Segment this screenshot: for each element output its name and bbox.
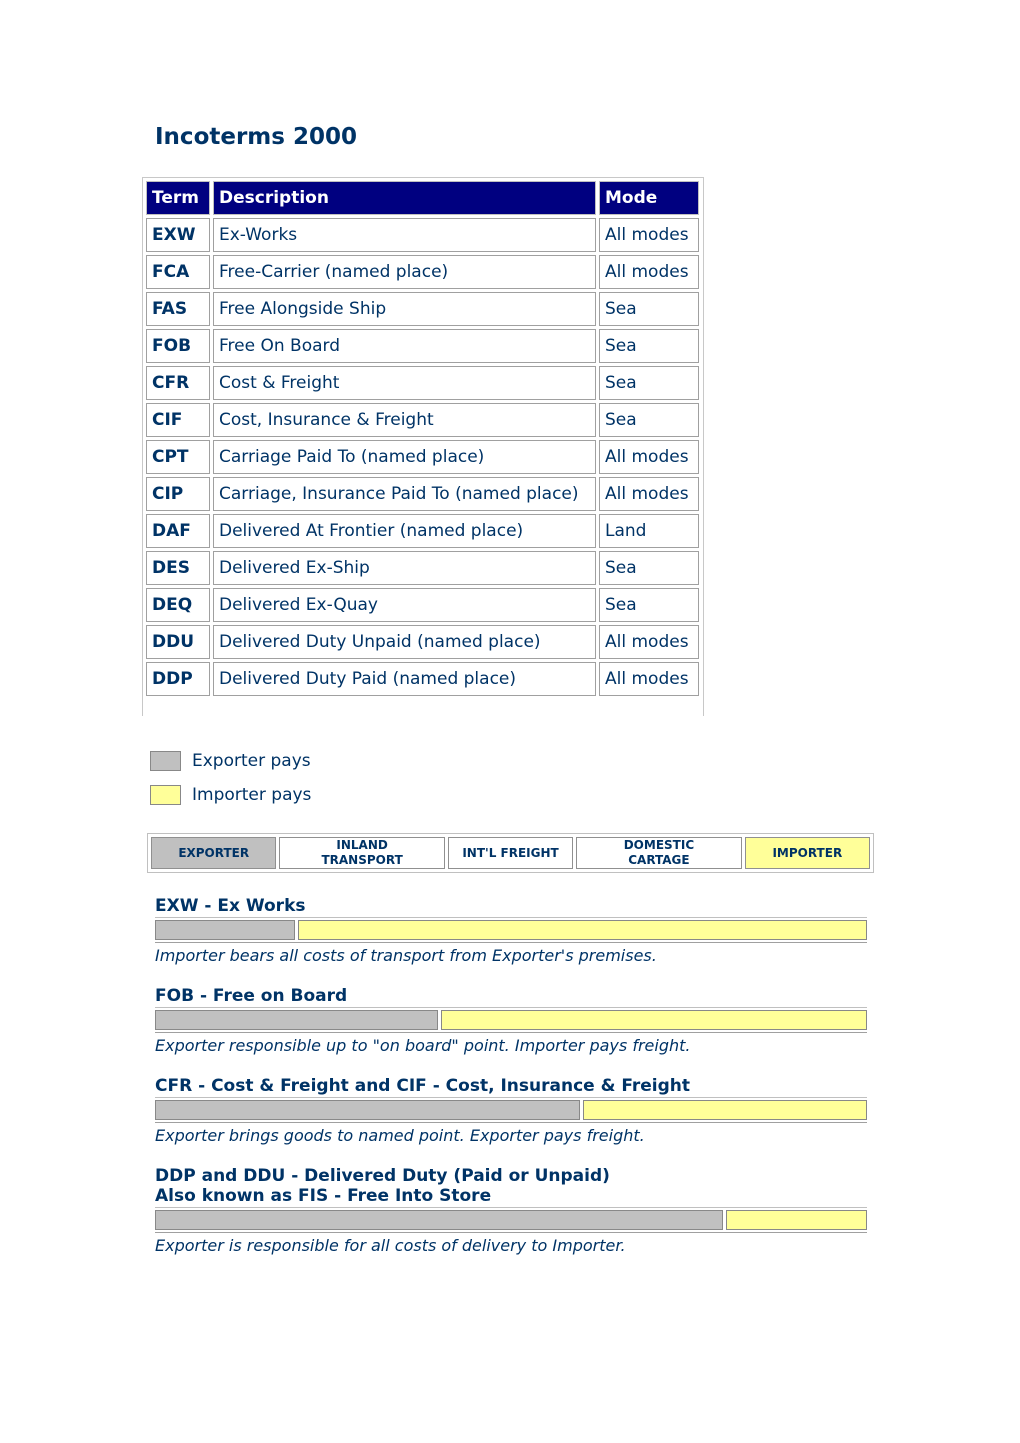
legend-importer-label: Importer pays: [192, 785, 312, 805]
table-row: FOB Free On Board Sea: [146, 329, 699, 363]
description-cell: Delivered Duty Unpaid (named place): [213, 625, 596, 659]
table-row: DEQ Delivered Ex-Quay Sea: [146, 588, 699, 622]
section-note: Exporter responsible up to "on board" po…: [155, 1036, 691, 1055]
table-row: DDU Delivered Duty Unpaid (named place) Al…: [146, 625, 699, 659]
legend-exporter: Exporter pays: [150, 744, 311, 778]
importer-cost-segment: [441, 1010, 867, 1030]
mode-cell: Sea: [599, 292, 699, 326]
term-cell: CFR: [146, 366, 210, 400]
table-row: DES Delivered Ex-Ship Sea: [146, 551, 699, 585]
flow-stage-intl-freight: INT'L FREIGHT: [447, 837, 574, 869]
header-description: Description: [213, 181, 596, 215]
exporter-cost-segment: [155, 920, 295, 940]
table-row: CIP Carriage, Insurance Paid To (named pl…: [146, 477, 699, 511]
flow-stage-inland-transport: INLAND TRANSPORT: [279, 837, 445, 869]
exporter-cost-segment: [155, 1010, 438, 1030]
mode-cell: All modes: [599, 218, 699, 252]
term-cell: CPT: [146, 440, 210, 474]
section-title: DDP and DDU - Delivered Duty (Paid or Un…: [155, 1166, 610, 1186]
term-cell: DEQ: [146, 588, 210, 622]
table-row: CPT Carriage Paid To (named place) All mod…: [146, 440, 699, 474]
flow-stage-exporter: EXPORTER: [151, 837, 277, 869]
incoterm-section: CFR - Cost & Freight and CIF - Cost, Ins…: [155, 1076, 867, 1145]
mode-cell: All modes: [599, 255, 699, 289]
incoterm-section: FOB - Free on Board Exporter responsible …: [155, 986, 867, 1055]
exporter-cost-segment: [155, 1100, 580, 1120]
description-cell: Delivered At Frontier (named place): [213, 514, 596, 548]
cost-split-bar: [155, 917, 867, 943]
cost-split-bar: [155, 1207, 867, 1233]
section-title: EXW - Ex Works: [155, 896, 306, 916]
mode-cell: Sea: [599, 551, 699, 585]
flow-stage-domestic-cartage: DOMESTIC CARTAGE: [576, 837, 742, 869]
exporter-cost-segment: [155, 1210, 723, 1230]
table-row: DAF Delivered At Frontier (named place) La…: [146, 514, 699, 548]
header-term: Term: [146, 181, 210, 215]
legend: Exporter pays Importer pays: [150, 744, 311, 812]
mode-cell: All modes: [599, 662, 699, 696]
transport-flow: EXPORTER INLAND TRANSPORT INT'L FREIGHT …: [147, 833, 874, 873]
cost-split-bar: [155, 1007, 867, 1033]
header-mode: Mode: [599, 181, 699, 215]
term-cell: EXW: [146, 218, 210, 252]
mode-cell: Sea: [599, 329, 699, 363]
importer-cost-segment: [726, 1210, 867, 1230]
description-cell: Delivered Duty Paid (named place): [213, 662, 596, 696]
description-cell: Free-Carrier (named place): [213, 255, 596, 289]
description-cell: Delivered Ex-Ship: [213, 551, 596, 585]
description-cell: Free On Board: [213, 329, 596, 363]
exporter-swatch: [150, 751, 181, 771]
term-cell: FCA: [146, 255, 210, 289]
table-row: EXW Ex-Works All modes: [146, 218, 699, 252]
mode-cell: Land: [599, 514, 699, 548]
description-cell: Cost, Insurance & Freight: [213, 403, 596, 437]
description-cell: Cost & Freight: [213, 366, 596, 400]
section-note: Importer bears all costs of transport fr…: [155, 946, 657, 965]
cost-split-bar: [155, 1097, 867, 1123]
description-cell: Ex-Works: [213, 218, 596, 252]
section-title: CFR - Cost & Freight and CIF - Cost, Ins…: [155, 1076, 691, 1096]
table-row: CIF Cost, Insurance & Freight Sea: [146, 403, 699, 437]
term-cell: FAS: [146, 292, 210, 326]
incoterm-section: DDP and DDU - Delivered Duty (Paid or Un…: [155, 1166, 867, 1255]
table-header-row: Term Description Mode: [146, 181, 699, 215]
mode-cell: Sea: [599, 366, 699, 400]
incoterm-section: EXW - Ex Works Importer bears all costs o…: [155, 896, 867, 965]
description-cell: Delivered Ex-Quay: [213, 588, 596, 622]
mode-cell: All modes: [599, 440, 699, 474]
section-subtitle: Also known as FIS - Free Into Store: [155, 1186, 492, 1206]
term-cell: CIP: [146, 477, 210, 511]
section-note: Exporter brings goods to named point. Ex…: [155, 1126, 645, 1145]
term-cell: DDP: [146, 662, 210, 696]
table-row: DDP Delivered Duty Paid (named place) All …: [146, 662, 699, 696]
table-row: FAS Free Alongside Ship Sea: [146, 292, 699, 326]
description-cell: Carriage Paid To (named place): [213, 440, 596, 474]
term-cell: DAF: [146, 514, 210, 548]
description-cell: Free Alongside Ship: [213, 292, 596, 326]
term-cell: DES: [146, 551, 210, 585]
importer-cost-segment: [298, 920, 867, 940]
section-title: FOB - Free on Board: [155, 986, 348, 1006]
incoterms-table: Term Description Mode EXW Ex-Works All mod…: [143, 178, 702, 699]
term-cell: CIF: [146, 403, 210, 437]
legend-exporter-label: Exporter pays: [192, 751, 311, 771]
table-row: CFR Cost & Freight Sea: [146, 366, 699, 400]
table-row: FCA Free-Carrier (named place) All modes: [146, 255, 699, 289]
mode-cell: All modes: [599, 625, 699, 659]
flow-stage-importer: IMPORTER: [744, 837, 871, 869]
mode-cell: Sea: [599, 588, 699, 622]
section-note: Exporter is responsible for all costs of…: [155, 1236, 626, 1255]
importer-cost-segment: [583, 1100, 867, 1120]
mode-cell: Sea: [599, 403, 699, 437]
term-cell: FOB: [146, 329, 210, 363]
importer-swatch: [150, 785, 181, 805]
incoterms-table-container: Term Description Mode EXW Ex-Works All mod…: [142, 177, 704, 716]
description-cell: Carriage, Insurance Paid To (named place…: [213, 477, 596, 511]
mode-cell: All modes: [599, 477, 699, 511]
page-title: Incoterms 2000: [155, 124, 357, 150]
term-cell: DDU: [146, 625, 210, 659]
legend-importer: Importer pays: [150, 778, 311, 812]
